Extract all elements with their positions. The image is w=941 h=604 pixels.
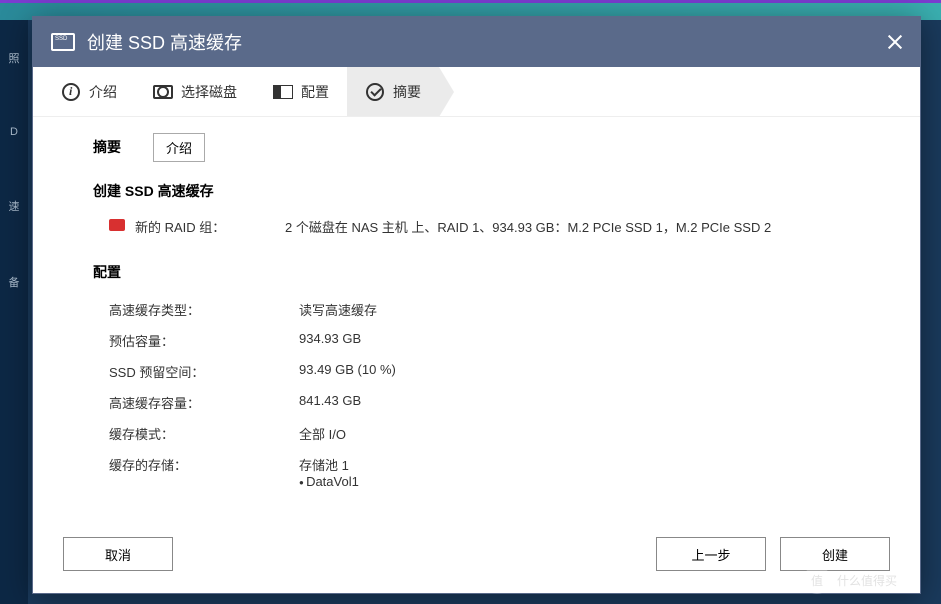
config-label: 高速缓存类型： bbox=[109, 300, 299, 319]
config-value: 93.49 GB (10 %) bbox=[299, 362, 396, 381]
config-row-storage: 缓存的存储： 存储池 1 DataVol1 bbox=[93, 449, 860, 495]
storage-pool: 存储池 1 bbox=[299, 455, 359, 474]
config-row-est-capacity: 预估容量： 934.93 GB bbox=[93, 325, 860, 356]
config-value: 存储池 1 DataVol1 bbox=[299, 455, 359, 489]
step-summary[interactable]: 摘要 bbox=[347, 67, 439, 116]
step-label: 介绍 bbox=[89, 82, 117, 102]
summary-heading: 摘要 bbox=[93, 137, 860, 157]
config-row-reserved: SSD 预留空间： 93.49 GB (10 %) bbox=[93, 356, 860, 387]
config-row-cache-capacity: 高速缓存容量： 841.43 GB bbox=[93, 387, 860, 418]
raid-label: 新的 RAID 组： bbox=[135, 217, 275, 236]
close-icon[interactable] bbox=[886, 33, 904, 51]
section-title-cache: 创建 SSD 高速缓存 bbox=[93, 181, 860, 201]
raid-value: 2 个磁盘在 NAS 主机 上、RAID 1、934.93 GB：M.2 PCI… bbox=[285, 217, 771, 236]
sidebar-fragment: D bbox=[0, 96, 28, 168]
sidebar-fragment: 速 bbox=[0, 168, 28, 244]
modal-header: 创建 SSD 高速缓存 bbox=[33, 17, 920, 67]
config-row-cache-type: 高速缓存类型： 读写高速缓存 bbox=[93, 294, 860, 325]
previous-button[interactable]: 上一步 bbox=[656, 537, 766, 571]
step-intro[interactable]: 介绍 bbox=[43, 67, 135, 116]
step-select-disk[interactable]: 选择磁盘 bbox=[135, 67, 255, 116]
config-value: 841.43 GB bbox=[299, 393, 361, 412]
desktop-sidebar: 照 D 速 备 bbox=[0, 20, 28, 604]
config-label: 预估容量： bbox=[109, 331, 299, 350]
ssd-icon bbox=[51, 33, 75, 51]
disk-icon bbox=[153, 82, 173, 102]
section-title-config: 配置 bbox=[93, 262, 860, 282]
checkmark-icon bbox=[365, 82, 385, 102]
config-label: 缓存模式： bbox=[109, 424, 299, 443]
watermark: 值 什么值得买 bbox=[803, 564, 933, 596]
config-value: 全部 I/O bbox=[299, 424, 346, 443]
config-label: SSD 预留空间： bbox=[109, 362, 299, 381]
wizard-content: 介绍 摘要 创建 SSD 高速缓存 新的 RAID 组： 2 个磁盘在 NAS … bbox=[33, 117, 920, 523]
wizard-footer: 取消 上一步 创建 bbox=[33, 523, 920, 593]
raid-icon bbox=[109, 219, 125, 231]
step-label: 摘要 bbox=[393, 82, 421, 102]
sidebar-fragment: 备 bbox=[0, 244, 28, 320]
tooltip: 介绍 bbox=[153, 133, 205, 162]
config-value: 读写高速缓存 bbox=[299, 300, 377, 319]
config-icon bbox=[273, 82, 293, 102]
ssd-cache-wizard-modal: 创建 SSD 高速缓存 介绍 选择磁盘 配置 摘要 介绍 摘要 创建 SSD 高… bbox=[32, 16, 921, 594]
config-value: 934.93 GB bbox=[299, 331, 361, 350]
config-label: 缓存的存储： bbox=[109, 455, 299, 489]
cancel-button[interactable]: 取消 bbox=[63, 537, 173, 571]
sidebar-fragment: 照 bbox=[0, 20, 28, 96]
storage-volume: DataVol1 bbox=[299, 474, 359, 489]
config-label: 高速缓存容量： bbox=[109, 393, 299, 412]
info-icon bbox=[61, 82, 81, 102]
raid-group-row: 新的 RAID 组： 2 个磁盘在 NAS 主机 上、RAID 1、934.93… bbox=[93, 213, 860, 254]
step-label: 配置 bbox=[301, 82, 329, 102]
wizard-steps: 介绍 选择磁盘 配置 摘要 bbox=[33, 67, 920, 117]
watermark-text: 什么值得买 bbox=[837, 572, 897, 589]
config-row-cache-mode: 缓存模式： 全部 I/O bbox=[93, 418, 860, 449]
watermark-badge-icon: 值 bbox=[803, 566, 831, 594]
step-label: 选择磁盘 bbox=[181, 82, 237, 102]
modal-title: 创建 SSD 高速缓存 bbox=[87, 29, 242, 55]
step-config[interactable]: 配置 bbox=[255, 67, 347, 116]
